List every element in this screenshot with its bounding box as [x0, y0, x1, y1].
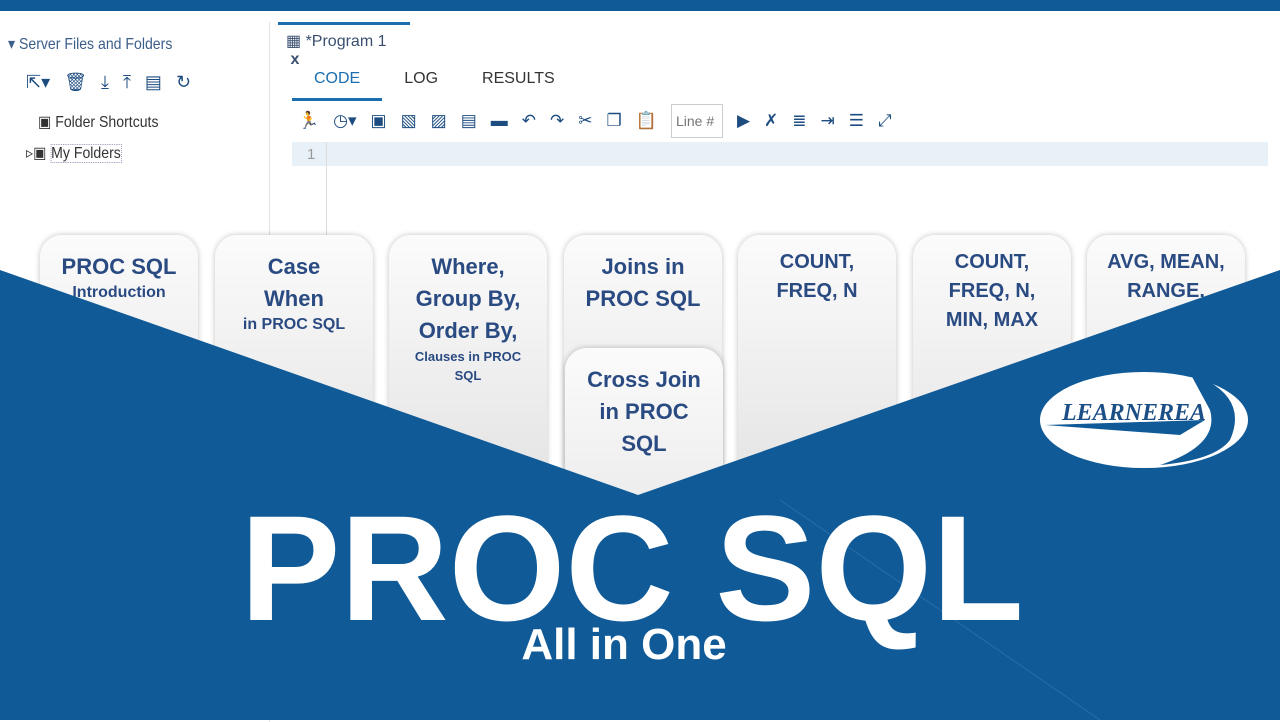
learnerea-logo: LEARNEREA: [1040, 372, 1248, 468]
subtitle: All in One: [521, 620, 727, 669]
svg-text:LEARNEREA: LEARNEREA: [1061, 400, 1206, 426]
